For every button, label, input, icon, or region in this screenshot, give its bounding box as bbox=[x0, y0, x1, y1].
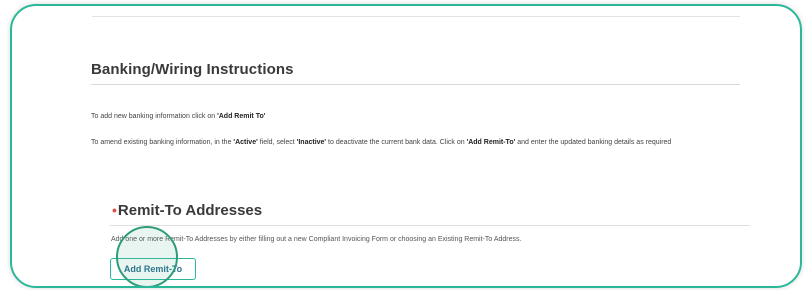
add-remit-to-button[interactable]: Add Remit-To bbox=[110, 258, 196, 280]
remit-to-description: Add one or more Remit-To Addresses by ei… bbox=[111, 236, 522, 243]
amend-suffix: and enter the updated banking details as… bbox=[515, 139, 672, 146]
add-instruction-prefix: To add new banking information click on bbox=[91, 113, 218, 120]
amend-mid-text-2: to deactivate the current bank data. Cli… bbox=[326, 139, 467, 146]
remit-to-title-text: Remit-To Addresses bbox=[117, 202, 263, 219]
inactive-value-reference: 'Inactive' bbox=[296, 139, 327, 146]
screenshot-frame: Banking/Wiring Instructions To add new b… bbox=[10, 4, 802, 288]
remit-to-section-title: •Remit-To Addresses bbox=[112, 202, 262, 219]
banking-title-divider bbox=[91, 84, 740, 85]
add-remit-to-reference: 'Add Remit To' bbox=[217, 113, 266, 120]
active-field-reference: 'Active' bbox=[233, 139, 258, 146]
amend-banking-instruction: To amend existing banking information, i… bbox=[91, 136, 731, 150]
remit-title-divider bbox=[110, 225, 750, 226]
amend-prefix: To amend existing banking information, i… bbox=[91, 139, 234, 146]
required-indicator: • bbox=[112, 202, 117, 218]
banking-section-title: Banking/Wiring Instructions bbox=[91, 61, 294, 78]
amend-mid-text-1: field, select bbox=[257, 139, 297, 146]
add-remit-to-reference-2: 'Add Remit-To' bbox=[466, 139, 516, 146]
top-divider bbox=[92, 16, 740, 17]
add-banking-instruction: To add new banking information click on … bbox=[91, 110, 265, 124]
